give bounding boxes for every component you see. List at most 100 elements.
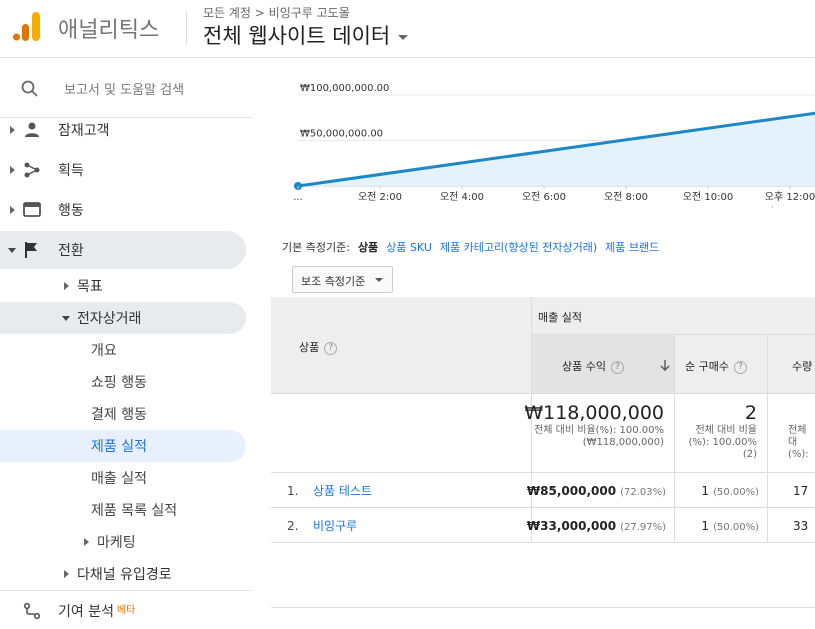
- primary-dimension-label: 기본 측정기준:: [282, 241, 350, 254]
- app-root: 애널리틱스 모든 계정 > 비잉구루 고도몰 전체 웹사이트 데이터 보고서 및…: [0, 0, 815, 629]
- sidebar-divider: [0, 590, 252, 591]
- totals-unique: 2: [744, 402, 757, 424]
- dimension-category[interactable]: 제품 카테고리(향상된 전자상거래): [440, 241, 597, 254]
- sidebar-item-label: 매출 실적: [91, 471, 147, 487]
- totals-unique-pct-line1: 전체 대비 비율: [695, 425, 757, 436]
- header-unique-purchases[interactable]: 순 구매수?: [675, 335, 768, 394]
- sidebar-item-multichannel[interactable]: 다채널 유입경로: [0, 558, 246, 590]
- sidebar-item-shopping-behavior[interactable]: 쇼핑 행동: [0, 366, 246, 398]
- data-table: 상품? 매출 실적 상품 수익? 순 구매수? 수량 ₩118,000,000 …: [271, 297, 815, 609]
- dimension-sku[interactable]: 상품 SKU: [386, 241, 432, 254]
- sidebar-item-attribution[interactable]: 기여 분석 베타: [0, 595, 246, 627]
- header-quantity[interactable]: 수량: [768, 335, 815, 394]
- sidebar-item-ecommerce[interactable]: 전자상거래: [0, 302, 246, 334]
- search-box[interactable]: 보고서 및 도움말 검색: [0, 58, 252, 118]
- x-tick-label: 오전 8:00: [604, 191, 648, 203]
- collapse-icon: [62, 316, 70, 321]
- header-revenue[interactable]: 상품 수익?: [532, 335, 675, 394]
- row-unique-pct: (50.00%): [713, 522, 759, 533]
- table-bottom-border: [271, 607, 815, 608]
- totals-revenue-pct: 전체 대비 비율(%): 100.00% (₩118,000,000): [534, 425, 664, 448]
- x-tick-label: 오후 12:00: [765, 191, 815, 203]
- header-product-label: 상품: [299, 341, 320, 354]
- breadcrumb[interactable]: 모든 계정 > 비잉구루 고도몰: [203, 4, 350, 21]
- row-revenue: ₩33,000,000 (27.97%): [527, 519, 666, 533]
- row-qty-cell: 33: [768, 508, 815, 543]
- sidebar-item-label: 행동: [58, 203, 84, 219]
- sidebar-item-label: 획득: [58, 163, 84, 179]
- help-icon[interactable]: ?: [733, 360, 747, 374]
- chart-expand-handle[interactable]: [772, 206, 815, 208]
- sidebar-item-acquisition[interactable]: 획득: [0, 154, 246, 186]
- caret-down-icon: [398, 34, 409, 40]
- help-icon[interactable]: ?: [610, 360, 624, 374]
- acquisition-icon: [24, 162, 40, 178]
- help-icon[interactable]: ?: [324, 341, 338, 355]
- sidebar-item-goals[interactable]: 목표: [0, 270, 246, 302]
- row-unique-cell: 1 (50.00%): [675, 473, 768, 508]
- totals-qty-pct: 전체 대 (%):: [788, 425, 815, 461]
- primary-dimension-row: 기본 측정기준: 상품 상품 SKU 제품 카테고리(향상된 전자상거래) 제품 브랜드: [282, 239, 667, 255]
- view-selector[interactable]: 전체 웹사이트 데이터: [203, 20, 409, 50]
- chart-svg: ₩150,000,000.00₩100,000,000.00₩50,000,00…: [293, 83, 815, 203]
- attribution-icon: [23, 602, 41, 620]
- totals-unique-pct-line3: (2): [742, 449, 757, 460]
- sidebar-item-label: 기여 분석 베타: [58, 601, 135, 621]
- totals-qty-pct-line2: (%):: [788, 449, 809, 460]
- x-tick-label: 오전 2:00: [358, 191, 402, 203]
- header-unique-text: 순 구매수?: [685, 358, 747, 374]
- sidebar-item-label: 다채널 유입경로: [77, 567, 172, 583]
- table-row: 1. 상품 테스트: [271, 473, 532, 508]
- expand-icon: [10, 166, 15, 174]
- search-input[interactable]: 보고서 및 도움말 검색: [64, 79, 184, 98]
- totals-qty-cell: 전체 대 (%):: [768, 394, 815, 473]
- sidebar-item-checkout-behavior[interactable]: 결제 행동: [0, 398, 246, 430]
- dimension-brand[interactable]: 제품 브랜드: [605, 241, 659, 254]
- sidebar-item-label: 전환: [58, 243, 84, 259]
- sidebar-item-conversions[interactable]: 전환: [0, 231, 246, 269]
- header-product[interactable]: 상품?: [271, 297, 532, 394]
- x-tick-label: 오전 6:00: [522, 191, 566, 203]
- product-link[interactable]: 상품 테스트: [313, 482, 372, 499]
- header-divider: [186, 11, 187, 45]
- sidebar-item-behavior[interactable]: 행동: [0, 194, 246, 226]
- header-product-text: 상품?: [299, 339, 338, 355]
- row-qty-cell: 17: [768, 473, 815, 508]
- sidebar-item-label: 쇼핑 행동: [91, 375, 147, 391]
- attribution-label: 기여 분석: [58, 604, 114, 620]
- row-unique: 1 (50.00%): [701, 519, 759, 533]
- row-unique-value: 1: [701, 519, 710, 533]
- row-number: 2.: [287, 519, 299, 533]
- x-tick-label: 오전 10:00: [683, 191, 733, 203]
- sidebar-item-product-performance[interactable]: 제품 실적: [0, 430, 246, 462]
- expand-icon: [84, 538, 89, 546]
- header-unique-label: 순 구매수: [685, 360, 729, 373]
- header-group-sales: 매출 실적: [532, 297, 815, 335]
- dimension-product[interactable]: 상품: [358, 241, 378, 254]
- flag-icon: [25, 242, 37, 258]
- collapse-icon: [8, 248, 16, 253]
- search-icon: [21, 80, 38, 97]
- analytics-logo-icon[interactable]: [12, 10, 42, 42]
- sidebar: 보고서 및 도움말 검색 잠재고객 획득 행동 전환 목표 전자상거래 개요 쇼…: [0, 58, 270, 629]
- sidebar-item-marketing[interactable]: 마케팅: [0, 526, 246, 558]
- product-link[interactable]: 비잉구루: [313, 517, 357, 534]
- header-revenue-text: 상품 수익?: [562, 358, 624, 374]
- sidebar-item-label: 제품 실적: [91, 439, 147, 455]
- y-tick-label: ₩100,000,000.00: [300, 83, 389, 94]
- sidebar-item-product-list-performance[interactable]: 제품 목록 실적: [0, 494, 246, 526]
- beta-badge: 베타: [116, 605, 136, 616]
- y-tick-label: ₩50,000,000.00: [300, 129, 383, 140]
- row-revenue-value: ₩33,000,000: [526, 519, 617, 533]
- sidebar-item-label: 제품 목록 실적: [91, 503, 178, 519]
- sidebar-item-overview[interactable]: 개요: [0, 334, 246, 366]
- expand-icon: [10, 206, 15, 214]
- sidebar-item-audience[interactable]: 잠재고객: [0, 114, 246, 146]
- secondary-dimension-dropdown[interactable]: 보조 측정기준: [292, 266, 393, 293]
- row-unique: 1 (50.00%): [701, 484, 759, 498]
- totals-unique-cell: 2 전체 대비 비율 (%): 100.00% (2): [675, 394, 768, 473]
- sort-down-icon[interactable]: [660, 359, 670, 371]
- behavior-icon: [23, 202, 41, 217]
- sidebar-item-sales-performance[interactable]: 매출 실적: [0, 462, 246, 494]
- row-unique-value: 1: [701, 484, 710, 498]
